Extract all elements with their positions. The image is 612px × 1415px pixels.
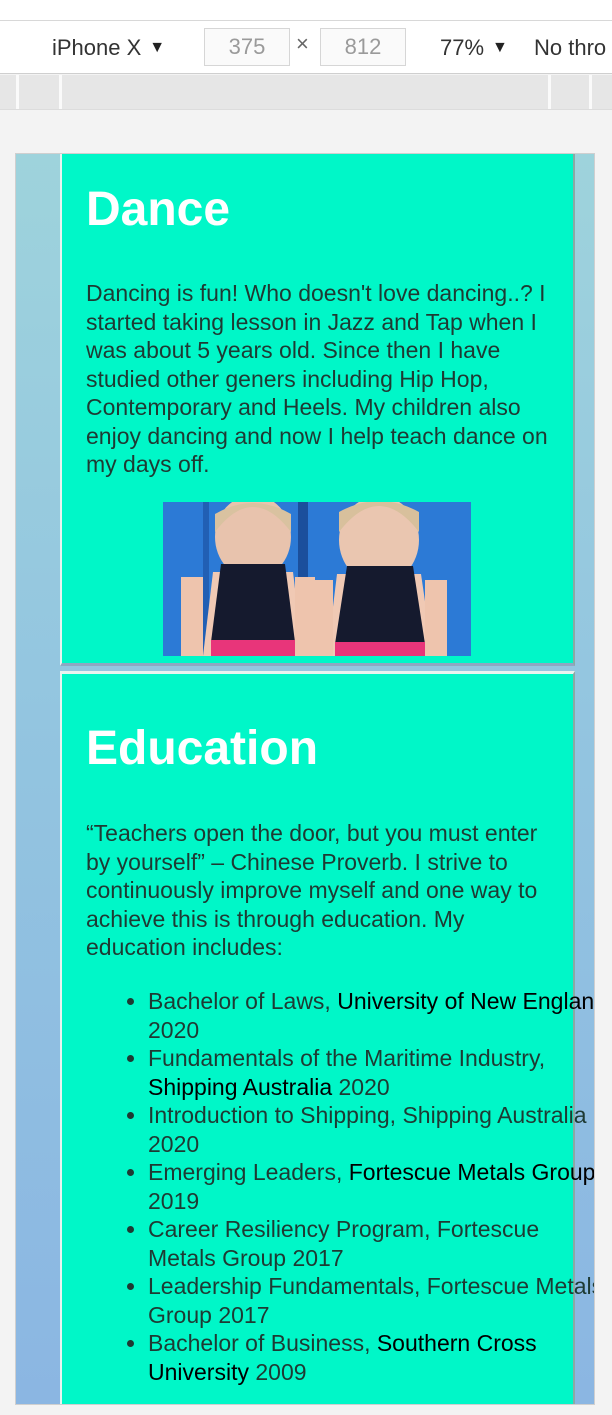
education-item-text: Introduction to Shipping, Shipping Austr… [148, 1102, 587, 1157]
education-item-text: Bachelor of Laws, [148, 988, 338, 1014]
education-list: Bachelor of Laws, University of New Engl… [86, 987, 595, 1386]
education-section: Education “Teachers open the door, but y… [60, 671, 594, 1404]
education-list-item: Introduction to Shipping, Shipping Austr… [148, 1101, 594, 1158]
dance-heading: Dance [86, 183, 231, 236]
children-photo-illustration [163, 502, 471, 656]
education-list-item: Career Resiliency Program, Fortescue Met… [148, 1215, 594, 1272]
education-item-text: Fundamentals of the Maritime Industry, [148, 1045, 546, 1071]
device-viewport: Dance Dancing is fun! Who doesn't love d… [15, 153, 595, 1405]
zoom-select[interactable]: 77% ▼ [440, 21, 508, 74]
education-institution-link[interactable]: Fortescue Metals Group [349, 1159, 594, 1185]
chevron-down-icon: ▼ [492, 38, 508, 56]
throttle-label: No thro [534, 34, 607, 60]
dance-photo [163, 502, 471, 656]
education-list-item: Leadership Fundamentals, Fortescue Metal… [148, 1272, 595, 1329]
height-input[interactable]: 812 [320, 28, 406, 66]
education-item-year: 2020 [148, 1016, 200, 1043]
ruler-divider [16, 75, 19, 109]
device-toolbar: iPhone X ▼ 375 × 812 77% ▼ No thro [0, 20, 612, 74]
dance-section: Dance Dancing is fun! Who doesn't love d… [60, 154, 575, 666]
device-select[interactable]: iPhone X ▼ [52, 21, 165, 74]
education-institution-link[interactable]: Shipping Australia [148, 1074, 332, 1100]
education-item-text: Career Resiliency Program, Fortescue Met… [148, 1216, 540, 1271]
ruler-divider [59, 75, 62, 109]
zoom-label: 77% [440, 34, 485, 60]
media-query-ruler[interactable] [0, 75, 612, 110]
dimension-separator: × [296, 31, 309, 56]
ruler-divider [589, 75, 592, 109]
education-item-text: Leadership Fundamentals, Fortescue Metal… [148, 1273, 595, 1328]
chevron-down-icon: ▼ [149, 38, 166, 56]
education-institution-link[interactable]: University of New England [337, 988, 594, 1014]
education-list-item: Bachelor of Business, Southern Cross Uni… [148, 1329, 594, 1386]
browser-top-strip [0, 0, 612, 20]
education-item-text: Bachelor of Business, [148, 1330, 377, 1356]
education-intro: “Teachers open the door, but you must en… [86, 820, 538, 960]
width-input[interactable]: 375 [204, 28, 290, 66]
education-list-item: Fundamentals of the Maritime Industry, S… [148, 1044, 594, 1101]
education-item-text: Emerging Leaders, [148, 1159, 349, 1185]
education-item-year: 2019 [148, 1187, 200, 1214]
device-label: iPhone X [52, 34, 142, 60]
education-item-year: 2009 [248, 1358, 307, 1385]
dance-paragraph: Dancing is fun! Who doesn't love dancing… [86, 280, 548, 477]
education-heading: Education [86, 722, 319, 775]
throttle-select[interactable]: No thro [534, 21, 606, 74]
education-item-year: 2020 [332, 1073, 390, 1100]
ruler-divider [548, 75, 551, 109]
education-list-item: Bachelor of Laws, University of New Engl… [148, 987, 594, 1044]
education-list-item: Emerging Leaders, Fortescue Metals Group… [148, 1158, 594, 1215]
